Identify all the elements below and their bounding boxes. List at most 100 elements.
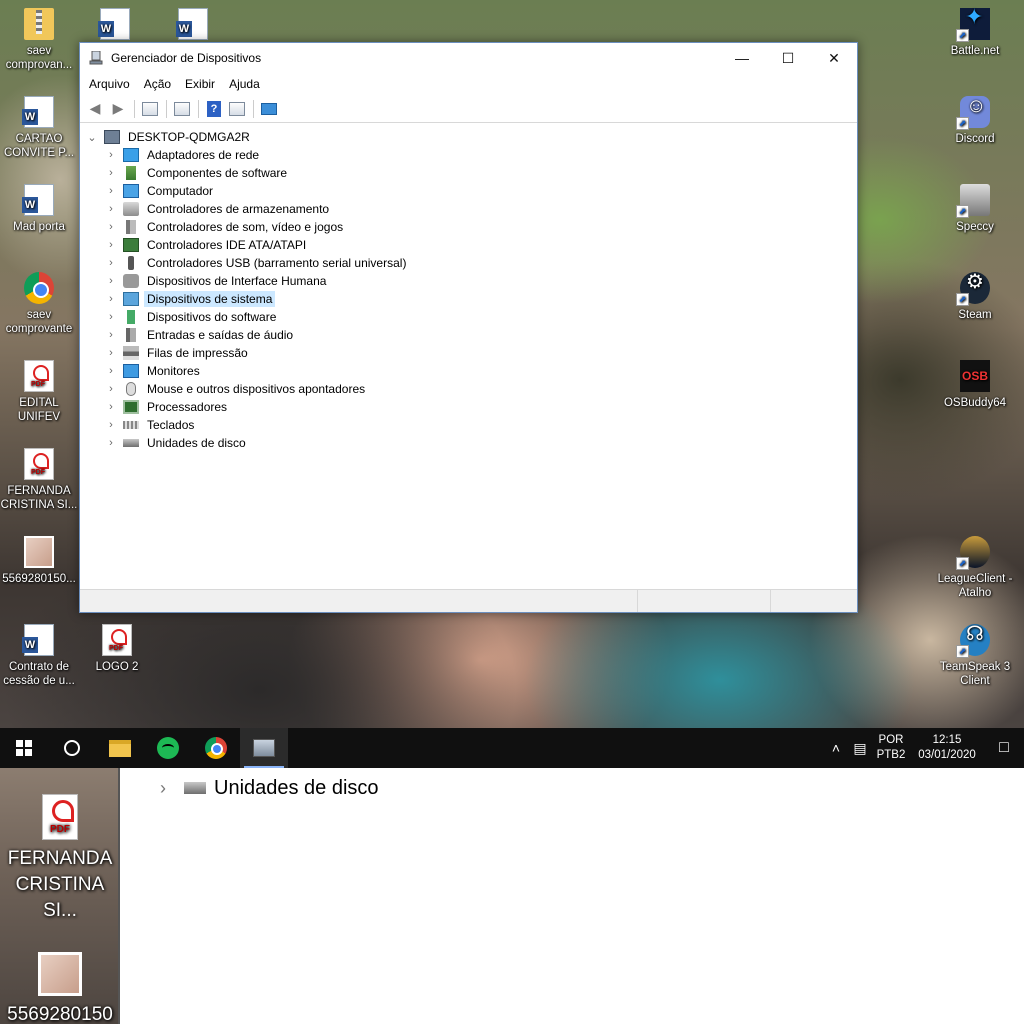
- desktop-icon-saev-comprovante[interactable]: saev comprovante: [0, 272, 78, 336]
- cortana-icon: [64, 740, 80, 756]
- forward-button[interactable]: ▶: [107, 98, 129, 120]
- chevron-right-icon[interactable]: ›: [103, 293, 119, 305]
- title-bar[interactable]: Gerenciador de Dispositivos — ☐ ✕: [80, 43, 857, 73]
- desktop-icon-fernanda-cristina[interactable]: FERNANDA CRISTINA SI...: [0, 448, 78, 512]
- tree-item-controladores-de-som[interactable]: › Controladores de som, vídeo e jogos: [103, 218, 346, 236]
- tree-item-dispositivos-de-sistema[interactable]: › Dispositivos de sistema: [103, 290, 276, 308]
- desktop-icon-saev-comprovan[interactable]: saev comprovan...: [0, 8, 78, 72]
- tree-item-controladores-usb[interactable]: › Controladores USB (barramento serial u…: [103, 254, 409, 272]
- properties-button[interactable]: [171, 98, 193, 120]
- desktop-icon-label: Discord: [955, 133, 995, 145]
- desktop-icon-label: CARTAO CONVITE P...: [3, 133, 75, 159]
- notification-center-icon[interactable]: □: [984, 739, 1024, 757]
- close-button[interactable]: ✕: [811, 43, 857, 73]
- chevron-right-icon[interactable]: ›: [103, 311, 119, 323]
- tree-item-controladores-de-armazenamento[interactable]: › Controladores de armazenamento: [103, 200, 332, 218]
- status-pane-3: [771, 590, 857, 612]
- desktop-icon-edital-unifev[interactable]: EDITAL UNIFEV: [0, 360, 78, 424]
- zoomed-view: FERNANDA CRISTINA SI... 5569280150 › Uni…: [0, 768, 1024, 1024]
- desktop-icon-battlenet[interactable]: Battle.net: [936, 8, 1014, 58]
- menu-acao[interactable]: Ação: [137, 73, 178, 95]
- desktop-icon-speccy[interactable]: Speccy: [936, 184, 1014, 234]
- desktop-icon-mad-porta[interactable]: Mad porta: [0, 184, 78, 234]
- device-tree[interactable]: ⌄ DESKTOP-QDMGA2R › Adaptadores de rede …: [80, 125, 857, 589]
- tree-item-componentes-de-software[interactable]: › Componentes de software: [103, 164, 290, 182]
- scan-hardware-button[interactable]: [258, 98, 280, 120]
- chevron-right-icon[interactable]: ›: [103, 167, 119, 179]
- desktop-icon-hidden-word-2[interactable]: [154, 8, 232, 44]
- chevron-right-icon[interactable]: ›: [103, 365, 119, 377]
- chevron-right-icon[interactable]: ›: [103, 257, 119, 269]
- file-explorer-button[interactable]: [96, 728, 144, 768]
- desktop-icon-osbuddy[interactable]: OSB OSBuddy64: [936, 360, 1014, 410]
- desktop-icon-steam[interactable]: Steam: [936, 272, 1014, 322]
- menu-exibir[interactable]: Exibir: [178, 73, 222, 95]
- spotify-button[interactable]: [144, 728, 192, 768]
- chrome-button[interactable]: [192, 728, 240, 768]
- chevron-right-icon[interactable]: ›: [103, 275, 119, 287]
- tree-item-computador[interactable]: › Computador: [103, 182, 216, 200]
- show-hidden-icons-chevron-up-icon[interactable]: ˄: [824, 740, 848, 756]
- tree-item-monitores[interactable]: › Monitores: [103, 362, 203, 380]
- device-manager-taskbar-button[interactable]: [240, 728, 288, 768]
- desktop-icon-5569280150[interactable]: 5569280150...: [0, 536, 78, 586]
- tree-item-filas-de-impressao[interactable]: › Filas de impressão: [103, 344, 251, 362]
- chevron-right-icon[interactable]: ›: [103, 329, 119, 341]
- chevron-right-icon[interactable]: ›: [103, 185, 119, 197]
- chevron-right-icon[interactable]: ›: [103, 383, 119, 395]
- start-button[interactable]: [0, 728, 48, 768]
- tree-item-label: Dispositivos do software: [147, 310, 277, 324]
- zoomed-desktop-icon-5569280150[interactable]: 5569280150: [2, 952, 118, 1024]
- back-button[interactable]: ◀: [84, 98, 106, 120]
- osbuddy-icon: OSB: [960, 360, 990, 392]
- chevron-right-icon[interactable]: ›: [160, 778, 178, 799]
- tree-item-unidades-de-disco[interactable]: › Unidades de disco: [103, 434, 249, 452]
- device-manager-window: Gerenciador de Dispositivos — ☐ ✕ Arquiv…: [79, 42, 858, 613]
- tree-item-label: Controladores USB (barramento serial uni…: [147, 256, 407, 270]
- desktop-icon-teamspeak[interactable]: TeamSpeak 3 Client: [936, 624, 1014, 688]
- tree-item-processadores[interactable]: › Processadores: [103, 398, 230, 416]
- tree-root[interactable]: ⌄ DESKTOP-QDMGA2R: [84, 128, 253, 146]
- menu-arquivo[interactable]: Arquivo: [82, 73, 137, 95]
- chevron-right-icon[interactable]: ›: [103, 419, 119, 431]
- network-icon[interactable]: ▤: [848, 740, 872, 757]
- chevron-right-icon[interactable]: ›: [103, 239, 119, 251]
- tree-item-entradas-e-saidas-de-audio[interactable]: › Entradas e saídas de áudio: [103, 326, 296, 344]
- clock[interactable]: 12:15 03/01/2020: [910, 733, 984, 763]
- maximize-button[interactable]: ☐: [765, 43, 811, 73]
- cortana-button[interactable]: [48, 728, 96, 768]
- chevron-right-icon[interactable]: ›: [103, 149, 119, 161]
- tree-item-label: Controladores de armazenamento: [147, 202, 330, 216]
- menu-ajuda[interactable]: Ajuda: [222, 73, 267, 95]
- zoomed-tree-item-unidades-de-disco[interactable]: › Unidades de disco: [160, 772, 379, 804]
- human-interface-device-icon: [123, 274, 139, 288]
- chevron-right-icon[interactable]: ›: [103, 401, 119, 413]
- desktop: saev comprovan... CARTAO CONVITE P... Ma…: [0, 0, 1024, 728]
- chevron-right-icon[interactable]: ›: [103, 347, 119, 359]
- tree-item-teclados[interactable]: › Teclados: [103, 416, 197, 434]
- tree-item-dispositivos-do-software[interactable]: › Dispositivos do software: [103, 308, 279, 326]
- computer-monitor-icon: [123, 184, 139, 198]
- zoomed-desktop-icon-fernanda[interactable]: FERNANDA CRISTINA SI...: [2, 794, 118, 924]
- tree-item-mouse[interactable]: › Mouse e outros dispositivos apontadore…: [103, 380, 368, 398]
- tree-item-interface-humana[interactable]: › Dispositivos de Interface Humana: [103, 272, 329, 290]
- show-hide-action-pane-button[interactable]: [226, 98, 248, 120]
- desktop-icon-hidden-word-1[interactable]: [76, 8, 154, 44]
- chevron-right-icon[interactable]: ›: [103, 221, 119, 233]
- desktop-icon-leagueclient[interactable]: LeagueClient - Atalho: [936, 536, 1014, 600]
- minimize-button[interactable]: —: [719, 43, 765, 73]
- desktop-icon-contrato[interactable]: Contrato de cessão de u...: [0, 624, 78, 688]
- tree-item-adaptadores-de-rede[interactable]: › Adaptadores de rede: [103, 146, 262, 164]
- desktop-icon-logo-2[interactable]: LOGO 2: [78, 624, 156, 674]
- help-button[interactable]: ?: [203, 98, 225, 120]
- pdf-icon: [24, 448, 54, 480]
- chevron-down-icon[interactable]: ⌄: [84, 131, 100, 144]
- chevron-right-icon[interactable]: ›: [103, 437, 119, 449]
- storage-controller-icon: [123, 202, 139, 216]
- show-hide-console-tree-button[interactable]: [139, 98, 161, 120]
- desktop-icon-discord[interactable]: Discord: [936, 96, 1014, 146]
- language-indicator[interactable]: POR PTB2: [872, 733, 910, 763]
- chevron-right-icon[interactable]: ›: [103, 203, 119, 215]
- desktop-icon-cartao-convite[interactable]: CARTAO CONVITE P...: [0, 96, 78, 160]
- tree-item-controladores-ide[interactable]: › Controladores IDE ATA/ATAPI: [103, 236, 309, 254]
